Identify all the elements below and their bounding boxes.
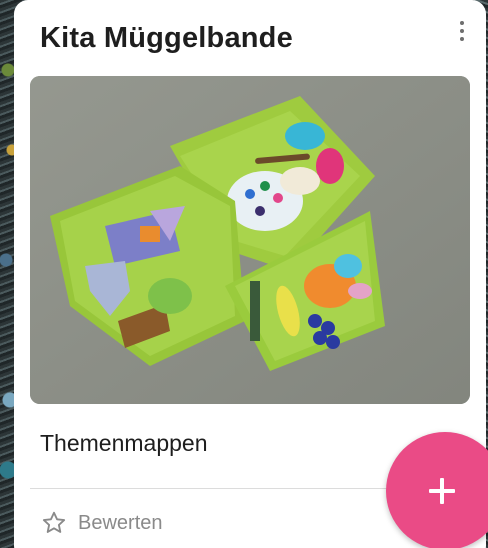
card-title: Kita Müggelbande	[40, 22, 293, 54]
menu-dot	[460, 37, 464, 41]
rate-button[interactable]: Bewerten	[40, 508, 163, 538]
card-caption: Themenmappen	[40, 430, 208, 456]
card-image[interactable]	[30, 76, 470, 404]
menu-dot	[460, 29, 464, 33]
add-button[interactable]	[386, 432, 488, 548]
folders-photo	[30, 76, 470, 404]
rate-label: Bewerten	[78, 511, 163, 534]
plus-icon	[429, 478, 455, 504]
more-options-button[interactable]	[454, 16, 470, 46]
star-outline-icon	[42, 511, 66, 533]
more-vertical-icon	[460, 21, 464, 25]
